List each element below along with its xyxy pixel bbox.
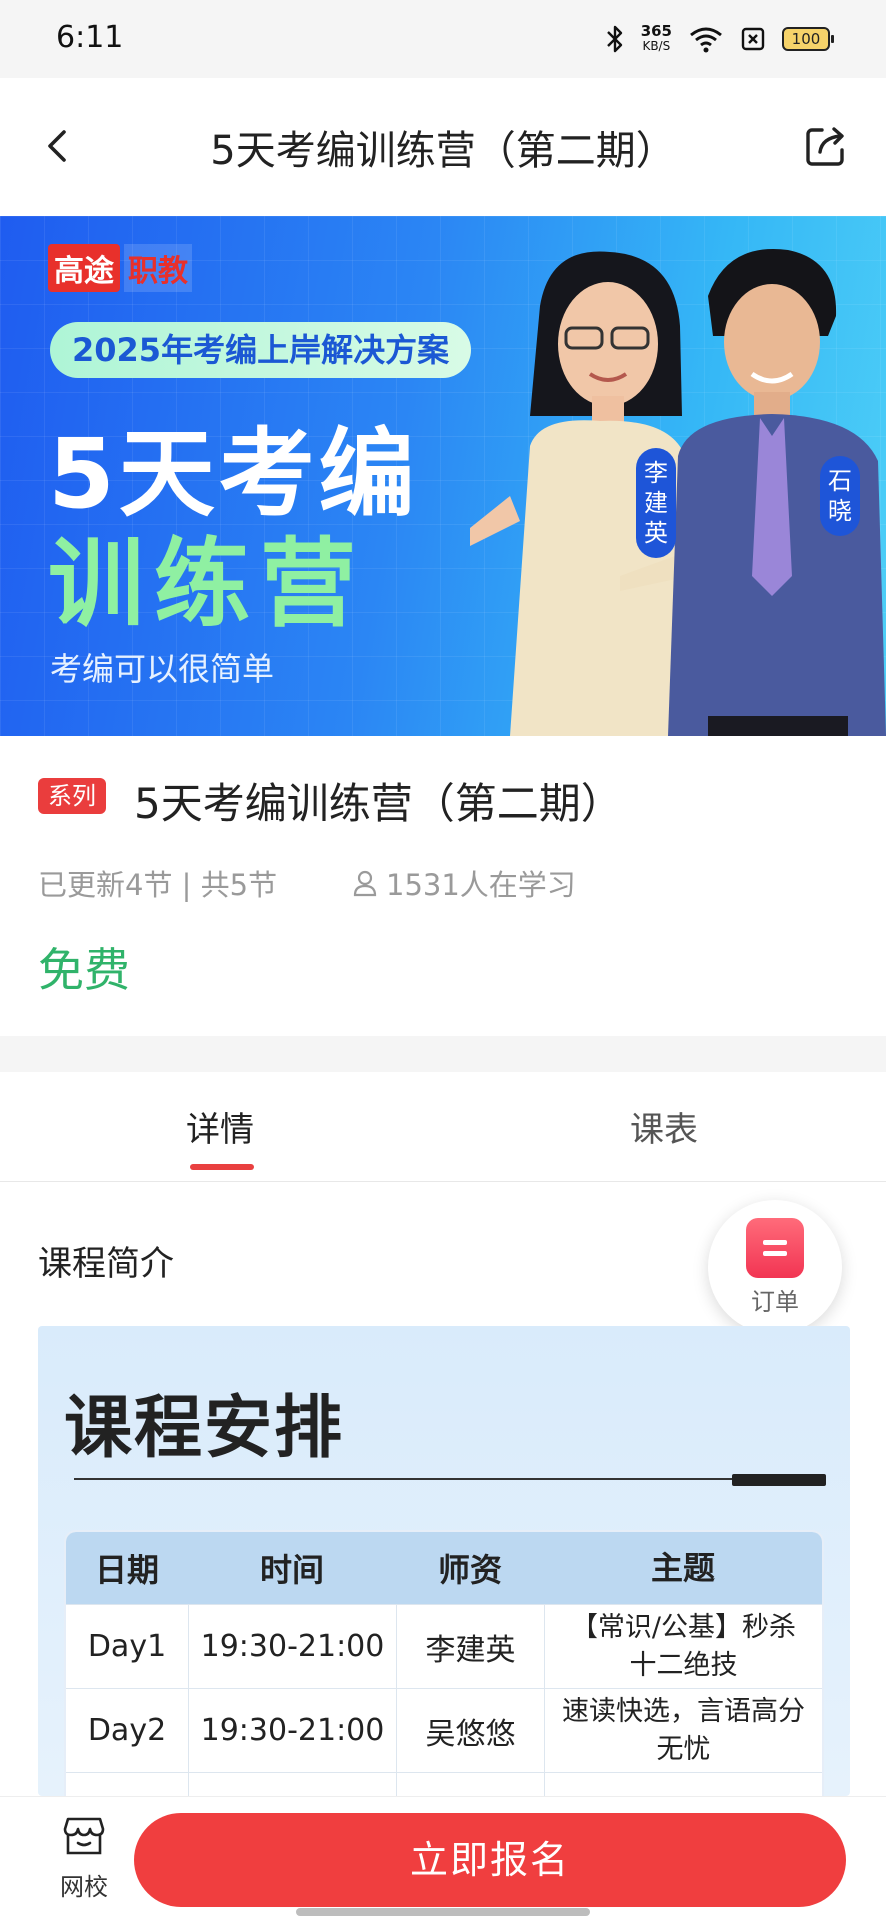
schedule-image: 课程安排 日期 时间 师资 主题 Day1 19:30-21:00 李建英 【常…	[38, 1326, 850, 1796]
course-price: 免费	[38, 943, 130, 997]
header-topic: 主题	[650, 1549, 715, 1587]
series-badge: 系列	[38, 778, 106, 814]
banner-slogan: 考编可以很简单	[50, 650, 275, 688]
course-info: 系列 5天考编训练营（第二期） 已更新4节 | 共5节 1531人在学习 免费	[0, 736, 886, 1036]
battery-indicator: 100	[782, 27, 834, 51]
table-row: Day1 19:30-21:00 李建英 【常识/公基】秒杀十二绝技	[66, 1604, 822, 1688]
cell-date: Day1	[87, 1629, 167, 1664]
learners-count: 1531人在学习	[352, 862, 576, 904]
schedule-table: 日期 时间 师资 主题 Day1 19:30-21:00 李建英 【常识/公基】…	[64, 1530, 824, 1796]
schedule-divider-accent	[732, 1474, 826, 1486]
brand-logo-main: 高途	[48, 244, 120, 292]
wifi-icon	[690, 27, 722, 53]
cell-teacher: 李建英	[396, 1605, 544, 1688]
schedule-title: 课程安排	[64, 1389, 345, 1468]
learners-text: 1531人在学习	[386, 868, 576, 902]
cell-time: 19:30-21:00	[188, 1605, 396, 1688]
schedule-divider	[74, 1478, 804, 1480]
section-divider	[0, 1036, 886, 1072]
brand-logo: 高途 职教	[48, 244, 192, 292]
brand-logo-sub: 职教	[124, 244, 192, 292]
cell-date: Day2	[87, 1713, 167, 1748]
bottom-bar: 网校 立即报名	[0, 1796, 886, 1920]
storefront-icon	[63, 1817, 105, 1855]
tab-bar: 详情 课表	[0, 1072, 886, 1182]
network-speed: 365 KB/S	[641, 24, 672, 54]
schedule-table-header: 日期 时间 师资 主题	[66, 1532, 822, 1604]
header-teacher: 师资	[437, 1551, 502, 1589]
share-icon[interactable]	[800, 120, 852, 172]
school-label: 网校	[60, 1873, 108, 1901]
section-title-intro: 课程简介	[38, 1244, 174, 1284]
cell-teacher: 吴悠悠	[396, 1689, 544, 1772]
page-title: 5天考编训练营（第二期）	[210, 128, 676, 174]
bluetooth-icon	[606, 25, 622, 53]
course-title: 5天考编训练营（第二期）	[134, 779, 623, 828]
status-icons: 365 KB/S 100	[605, 22, 834, 56]
status-time: 6:11	[56, 20, 124, 55]
nav-bar: 5天考编训练营（第二期）	[0, 78, 886, 216]
status-bar: 6:11 365 KB/S 100	[0, 0, 886, 78]
table-row: Day2 19:30-21:00 吴悠悠 速读快选，言语高分无忧	[66, 1688, 822, 1772]
table-row-partial	[66, 1772, 822, 1796]
banner-pill: 2025年考编上岸解决方案	[50, 322, 472, 378]
tab-details[interactable]: 详情	[186, 1102, 254, 1151]
cell-topic: 【常识/公基】秒杀十二绝技	[544, 1605, 822, 1688]
teacher-name-tag-1: 李建英	[636, 448, 676, 558]
lesson-count: 已更新4节 | 共5节	[38, 868, 278, 902]
order-label: 订单	[751, 1288, 799, 1316]
teacher-name-tag-2: 石晓	[820, 456, 860, 536]
chevron-left-icon[interactable]	[34, 120, 86, 172]
network-speed-value: 365	[640, 22, 672, 40]
person-icon	[353, 870, 377, 897]
enroll-button[interactable]: 立即报名	[134, 1813, 846, 1907]
network-speed-unit: KB/S	[642, 39, 671, 53]
course-banner: 高途 职教 2025年考编上岸解决方案 5天考编 训练营 考编可以很简单 李建英…	[0, 216, 886, 736]
sim-off-icon	[741, 27, 765, 51]
cell-time: 19:30-21:00	[188, 1689, 396, 1772]
banner-headline-2: 训练营	[48, 528, 366, 640]
active-tab-indicator	[190, 1164, 254, 1170]
header-date: 日期	[94, 1551, 159, 1589]
tab-schedule[interactable]: 课表	[630, 1102, 698, 1151]
header-time: 时间	[259, 1551, 324, 1589]
cell-topic: 速读快选，言语高分无忧	[544, 1689, 822, 1772]
order-icon	[746, 1218, 804, 1278]
home-indicator	[296, 1908, 590, 1916]
order-float-button[interactable]: 订单	[708, 1200, 842, 1334]
school-button[interactable]: 网校	[48, 1815, 120, 1902]
